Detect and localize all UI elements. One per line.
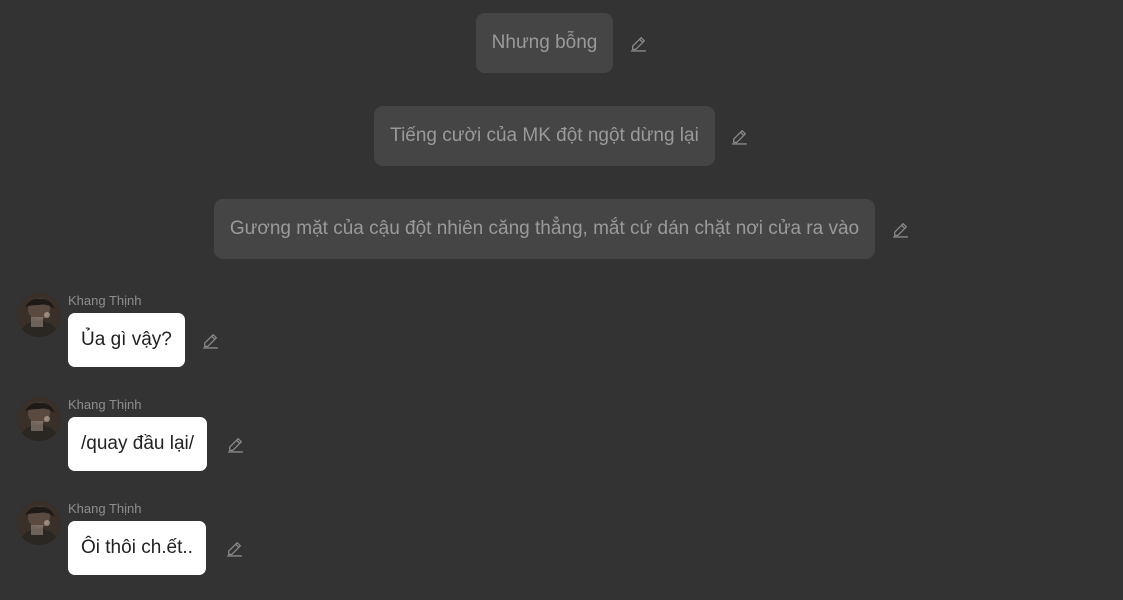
avatar[interactable] [17,293,61,337]
edit-icon[interactable] [226,435,244,453]
narration-row: Nhưng bỗng [0,13,1123,73]
narration-bubble[interactable]: Gương mặt của cậu đột nhiên căng thẳng, … [213,199,876,259]
sender-name: Khang Thịnh [68,501,142,516]
edit-icon[interactable] [201,331,219,349]
avatar[interactable] [17,501,61,545]
narration-row: Tiếng cười của MK đột ngột dừng lại [0,106,1123,166]
edit-icon[interactable] [731,127,749,145]
message-row: Khang Thịnh Ôi thôi ch.ết.. [17,501,617,597]
message-row: Khang Thịnh Ủa gì vậy? [17,293,617,389]
avatar[interactable] [17,397,61,441]
edit-icon[interactable] [225,539,243,557]
narration-bubble[interactable]: Tiếng cười của MK đột ngột dừng lại [374,106,715,166]
message-bubble[interactable]: Ôi thôi ch.ết.. [68,521,206,575]
edit-icon[interactable] [629,34,647,52]
narration-bubble[interactable]: Nhưng bỗng [475,13,614,73]
sender-name: Khang Thịnh [68,397,142,412]
message-bubble[interactable]: Ủa gì vậy? [68,313,185,367]
narration-row: Gương mặt của cậu đột nhiên căng thẳng, … [0,199,1123,259]
message-bubble[interactable]: /quay đầu lại/ [68,417,208,471]
sender-name: Khang Thịnh [68,293,142,308]
edit-icon[interactable] [891,220,909,238]
message-row: Khang Thịnh /quay đầu lại/ [17,397,617,493]
